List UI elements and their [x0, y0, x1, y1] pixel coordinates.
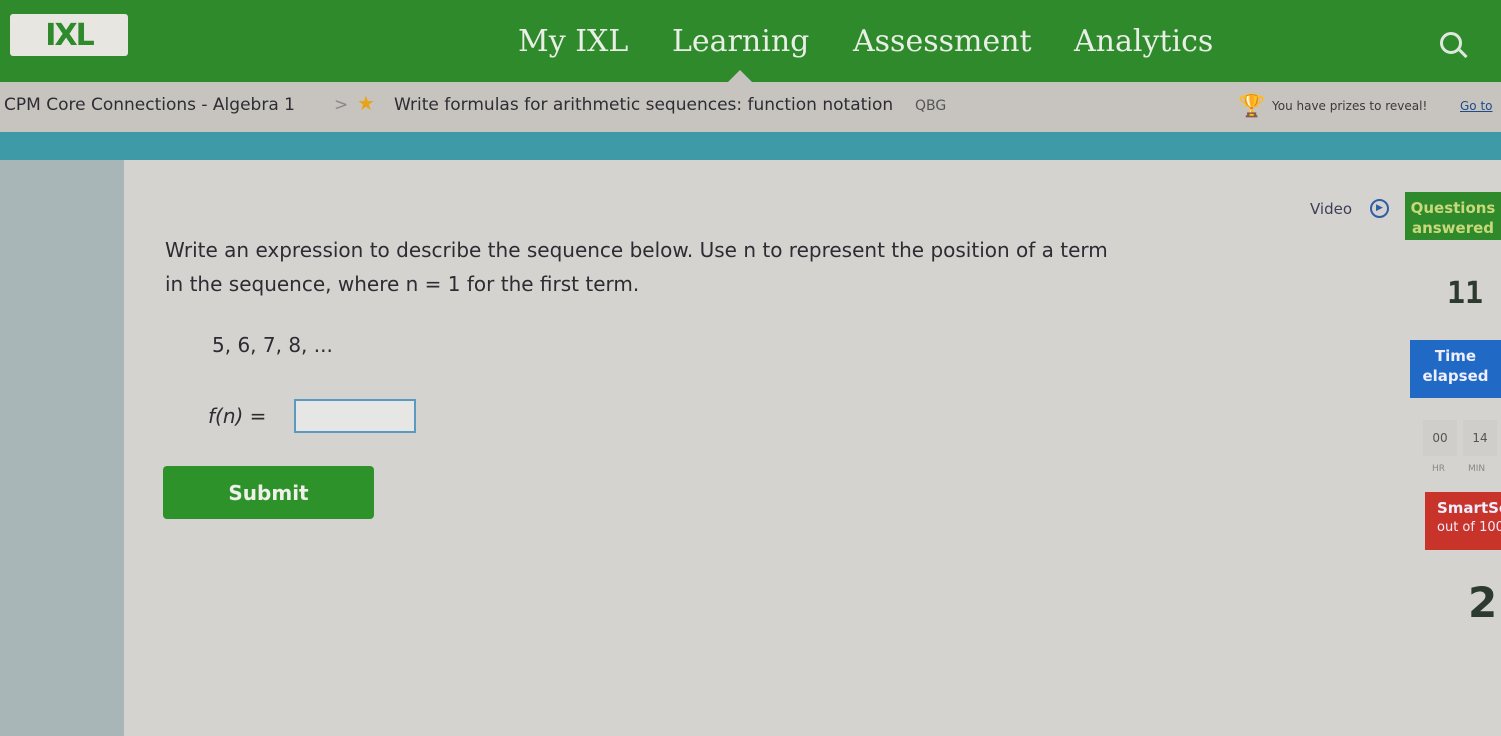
- function-label: f(n) =: [208, 404, 267, 428]
- nav-assessment[interactable]: Assessment: [853, 24, 1032, 59]
- video-link[interactable]: Video: [1310, 200, 1352, 218]
- time-elapsed-label: Time elapsed: [1410, 340, 1501, 398]
- timer-minutes: 14: [1463, 420, 1497, 456]
- breadcrumb-course[interactable]: CPM Core Connections - Algebra 1: [4, 95, 295, 115]
- hours-label: HR: [1432, 464, 1446, 474]
- answer-input[interactable]: [294, 399, 416, 433]
- time-label-2: elapsed: [1422, 367, 1489, 385]
- breadcrumb-separator: >: [334, 95, 349, 115]
- breadcrumb-skill: Write formulas for arithmetic sequences:…: [394, 95, 894, 115]
- nav-analytics[interactable]: Analytics: [1074, 24, 1213, 59]
- questions-label-2: answered: [1411, 219, 1495, 237]
- smartscore-value: 2: [1468, 578, 1498, 627]
- breadcrumb: CPM Core Connections - Algebra 1 > ★ Wri…: [0, 82, 1501, 132]
- trophy-icon[interactable]: 🏆: [1238, 94, 1265, 120]
- teal-band: [0, 132, 1501, 160]
- sequence: 5, 6, 7, 8, ...: [212, 333, 333, 357]
- questions-answered-value: 11: [1447, 276, 1484, 311]
- minutes-label: MIN: [1468, 464, 1486, 474]
- question-line-1: Write an expression to describe the sequ…: [165, 238, 1108, 262]
- timer-hours: 00: [1423, 420, 1457, 456]
- nav-learning[interactable]: Learning: [672, 24, 809, 59]
- prizes-link[interactable]: Go to: [1460, 99, 1493, 113]
- top-nav: IXL My IXL Learning Assessment Analytics: [0, 0, 1501, 82]
- questions-label-1: Questions: [1410, 199, 1496, 217]
- ixl-logo[interactable]: IXL: [10, 14, 128, 56]
- skill-code: QBG: [915, 98, 947, 114]
- question-line-2: in the sequence, where n = 1 for the fir…: [165, 272, 640, 296]
- prizes-text: You have prizes to reveal!: [1272, 99, 1428, 113]
- questions-answered-label: Questions answered: [1405, 192, 1501, 240]
- search-icon[interactable]: [1440, 32, 1462, 54]
- time-label-1: Time: [1434, 347, 1477, 365]
- nav-my-ixl[interactable]: My IXL: [518, 24, 628, 59]
- active-tab-caret: [728, 70, 752, 82]
- smartscore-label-1: SmartScore: [1437, 499, 1501, 517]
- smartscore-label: SmartScore out of 100: [1425, 492, 1501, 550]
- star-icon: ★: [357, 91, 375, 115]
- submit-button[interactable]: Submit: [163, 466, 374, 519]
- smartscore-label-2: out of 100: [1437, 520, 1501, 535]
- play-icon[interactable]: ▶: [1370, 199, 1389, 218]
